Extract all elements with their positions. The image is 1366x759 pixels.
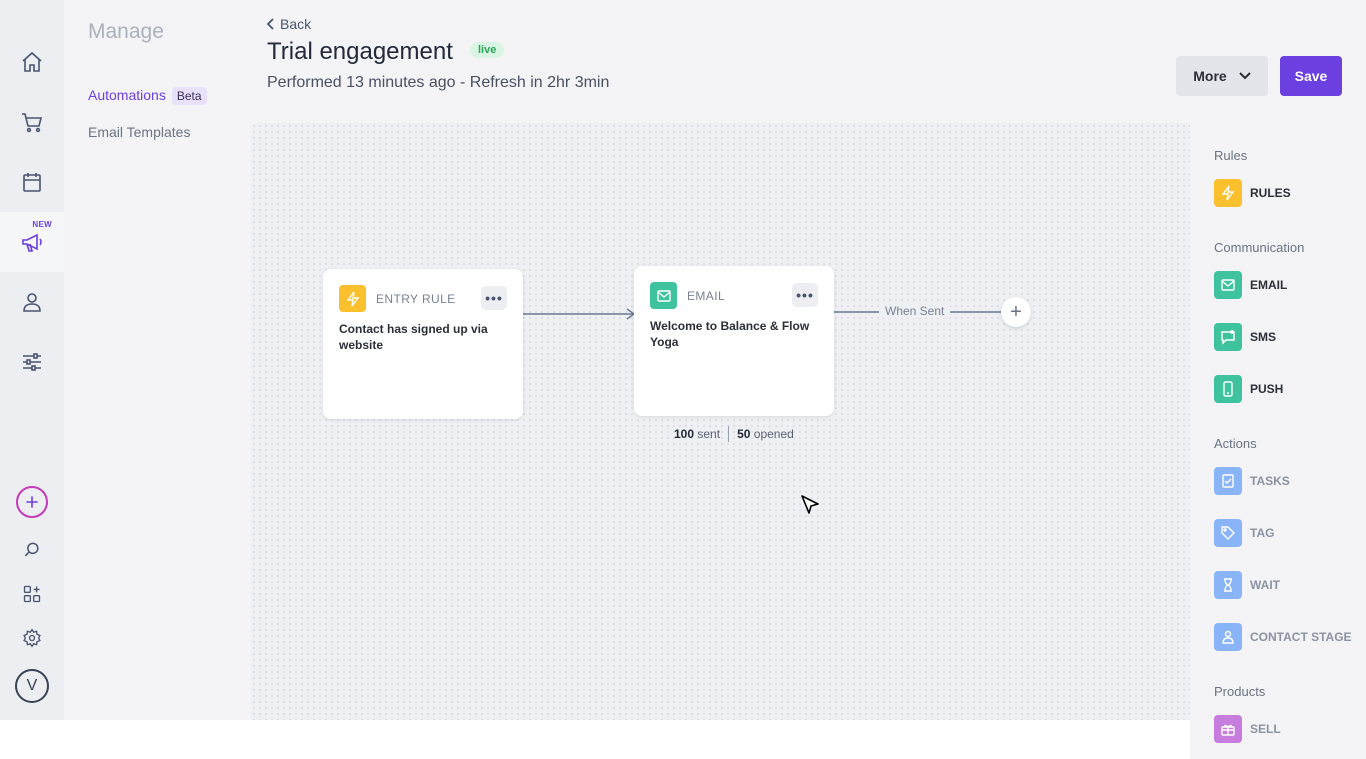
home-icon bbox=[22, 51, 42, 72]
calendar-nav-button[interactable] bbox=[0, 152, 64, 212]
panel-item-label: SMS bbox=[1250, 330, 1277, 344]
panel-item-email[interactable]: EMAIL bbox=[1214, 271, 1287, 299]
shop-nav-button[interactable] bbox=[0, 92, 64, 152]
section-products-title: Products bbox=[1214, 684, 1266, 699]
tag-icon bbox=[1214, 519, 1242, 547]
panel-item-label: TAG bbox=[1250, 526, 1275, 540]
create-button[interactable] bbox=[0, 482, 64, 522]
sent-stat: 100 sent bbox=[674, 427, 721, 441]
panel-item-label: WAIT bbox=[1250, 578, 1280, 592]
sub-navigation: Manage Automations Beta Email Templates bbox=[64, 0, 250, 720]
edge-label: When Sent bbox=[879, 304, 951, 318]
sliders-icon bbox=[23, 353, 41, 371]
section-communication-title: Communication bbox=[1214, 240, 1305, 255]
account-button[interactable]: V bbox=[0, 666, 64, 706]
chevron-left-icon bbox=[266, 18, 274, 30]
left-rail: NEW V bbox=[0, 0, 64, 720]
panel-item-tasks[interactable]: TASKS bbox=[1214, 467, 1290, 495]
avatar: V bbox=[15, 669, 49, 703]
subnav-item-email-templates[interactable]: Email Templates bbox=[88, 124, 190, 140]
person-icon bbox=[23, 293, 41, 312]
panel-item-rules[interactable]: RULES bbox=[1214, 179, 1291, 207]
card-menu-button[interactable]: ••• bbox=[792, 283, 818, 307]
apps-button[interactable] bbox=[0, 574, 64, 614]
new-badge: NEW bbox=[32, 220, 52, 229]
subnav-item-label: Email Templates bbox=[88, 124, 191, 140]
contacts-nav-button[interactable] bbox=[0, 272, 64, 332]
cart-icon bbox=[22, 113, 43, 133]
plus-icon bbox=[16, 486, 48, 518]
panel-item-label: EMAIL bbox=[1250, 278, 1288, 292]
beta-badge: Beta bbox=[171, 87, 207, 105]
panel-item-label: PUSH bbox=[1250, 382, 1284, 396]
automation-canvas[interactable] bbox=[251, 123, 1190, 720]
panel-item-tag[interactable]: TAG bbox=[1214, 519, 1274, 547]
stats-divider bbox=[728, 426, 730, 442]
subnav-item-label: Automations bbox=[88, 87, 166, 103]
more-dots-icon: ••• bbox=[796, 287, 814, 303]
plus-icon: + bbox=[1010, 300, 1022, 323]
back-link[interactable]: Back bbox=[266, 16, 311, 32]
section-rules-title: Rules bbox=[1214, 148, 1248, 163]
email-card[interactable]: EMAIL ••• Welcome to Balance & Flow Yoga bbox=[634, 266, 834, 416]
panel-item-contact-stage[interactable]: CONTACT STAGE bbox=[1214, 623, 1352, 651]
card-menu-button[interactable]: ••• bbox=[481, 286, 507, 310]
settings-sliders-nav-button[interactable] bbox=[0, 332, 64, 392]
card-description: Contact has signed up via website bbox=[339, 322, 488, 352]
status-badge: live bbox=[470, 42, 505, 58]
card-description: Welcome to Balance & Flow Yoga bbox=[650, 319, 810, 349]
chevron-down-icon bbox=[1239, 72, 1251, 80]
panel-item-label: SELL bbox=[1250, 722, 1281, 736]
save-button[interactable]: Save bbox=[1280, 56, 1342, 96]
email-stats: 100 sent 50 opened bbox=[674, 426, 794, 442]
run-status-text: Performed 13 minutes ago - Refresh in 2h… bbox=[267, 74, 610, 91]
more-dots-icon: ••• bbox=[485, 290, 503, 306]
card-header: EMAIL bbox=[650, 282, 725, 309]
message-icon bbox=[1214, 323, 1242, 351]
person-icon bbox=[1214, 623, 1242, 651]
panel-item-wait[interactable]: WAIT bbox=[1214, 571, 1280, 599]
calendar-icon bbox=[23, 173, 41, 192]
marketing-nav-button[interactable]: NEW bbox=[0, 212, 64, 272]
search-icon bbox=[24, 542, 39, 557]
panel-item-sms[interactable]: SMS bbox=[1214, 323, 1276, 351]
card-type-label: EMAIL bbox=[687, 288, 726, 303]
home-nav-button[interactable] bbox=[0, 32, 64, 92]
page-title: Trial engagement bbox=[267, 38, 453, 65]
mail-icon bbox=[1214, 271, 1242, 299]
panel-item-label: TASKS bbox=[1250, 474, 1290, 488]
lightning-icon bbox=[1214, 179, 1242, 207]
app-window: NEW V Manage Automations Beta Email Temp… bbox=[0, 0, 1366, 720]
settings-button[interactable] bbox=[0, 618, 64, 658]
back-label: Back bbox=[280, 16, 312, 32]
card-header: ENTRY RULE bbox=[339, 285, 456, 312]
components-panel: Rules RULES Communication EMAIL SMS PUSH… bbox=[1190, 123, 1366, 759]
panel-item-sell[interactable]: SELL bbox=[1214, 715, 1281, 743]
section-actions-title: Actions bbox=[1214, 436, 1257, 451]
gift-icon bbox=[1214, 715, 1242, 743]
phone-icon bbox=[1214, 375, 1242, 403]
panel-item-push[interactable]: PUSH bbox=[1214, 375, 1283, 403]
mail-icon bbox=[650, 282, 677, 309]
hourglass-icon bbox=[1214, 571, 1242, 599]
add-step-button[interactable]: + bbox=[1001, 297, 1031, 327]
card-type-label: ENTRY RULE bbox=[376, 291, 456, 306]
megaphone-icon bbox=[22, 233, 42, 252]
more-button[interactable]: More bbox=[1176, 56, 1268, 96]
entry-rule-card[interactable]: ENTRY RULE ••• Contact has signed up via… bbox=[323, 269, 523, 419]
mouse-cursor-icon bbox=[801, 495, 819, 514]
subnav-title: Manage bbox=[88, 20, 164, 43]
apps-grid-icon bbox=[23, 585, 41, 603]
panel-item-label: RULES bbox=[1250, 186, 1291, 200]
task-icon bbox=[1214, 467, 1242, 495]
search-button[interactable] bbox=[0, 530, 64, 570]
lightning-icon bbox=[339, 285, 366, 312]
panel-item-label: CONTACT STAGE bbox=[1250, 630, 1352, 644]
opened-stat: 50 opened bbox=[737, 427, 794, 441]
subnav-item-automations[interactable]: Automations Beta bbox=[88, 87, 207, 105]
more-label: More bbox=[1193, 68, 1227, 84]
gear-icon bbox=[23, 628, 41, 648]
